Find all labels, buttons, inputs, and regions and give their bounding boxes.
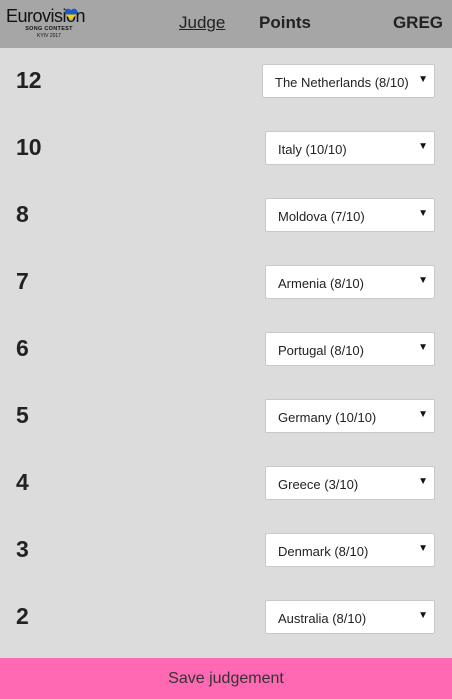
country-select[interactable]: Greece (3/10) ▼ [265,466,435,500]
eurovision-logo[interactable]: Eurovision SONG CONTEST KYIV 2017 [6,6,96,44]
country-select[interactable]: Australia (8/10) ▼ [265,600,435,634]
nav-points-title: Points [259,13,311,32]
country-select[interactable]: Denmark (8/10) ▼ [265,533,435,567]
heart-flag-icon [64,8,78,20]
country-select[interactable]: Italy (10/10) ▼ [265,131,435,165]
chevron-down-icon: ▼ [418,476,428,487]
country-select[interactable]: Germany (10/10) ▼ [265,399,435,433]
logo-location: KYIV 2017 [37,33,61,39]
points-value: 8 [16,201,29,227]
points-row: 8 Moldova (7/10) ▼ [0,198,452,234]
points-value: 2 [16,603,29,629]
user-name[interactable]: GREG [393,13,443,33]
chevron-down-icon: ▼ [418,74,428,85]
points-row: 10 Italy (10/10) ▼ [0,131,452,167]
points-row: 6 Portugal (8/10) ▼ [0,332,452,368]
country-select-value: Portugal (8/10) [278,343,364,358]
country-select[interactable]: Moldova (7/10) ▼ [265,198,435,232]
points-value: 12 [16,67,42,93]
chevron-down-icon: ▼ [418,342,428,353]
points-row: 2 Australia (8/10) ▼ [0,600,452,636]
logo-subtitle: SONG CONTEST [25,26,73,32]
points-row: 4 Greece (3/10) ▼ [0,466,452,502]
points-row: 7 Armenia (8/10) ▼ [0,265,452,301]
points-value: 6 [16,335,29,361]
points-row: 3 Denmark (8/10) ▼ [0,533,452,569]
chevron-down-icon: ▼ [418,543,428,554]
country-select-value: Australia (8/10) [278,611,367,626]
country-select-value: Germany (10/10) [278,410,377,425]
top-bar: Eurovision SONG CONTEST KYIV 2017 Judge … [0,0,452,48]
save-judgement-button[interactable]: Save judgement [0,658,452,699]
points-value: 3 [16,536,29,562]
country-select-value: Denmark (8/10) [278,544,369,559]
chevron-down-icon: ▼ [418,610,428,621]
country-select-value: Greece (3/10) [278,477,359,492]
points-value: 10 [16,134,42,160]
country-select[interactable]: Portugal (8/10) ▼ [265,332,435,366]
country-select-value: Moldova (7/10) [278,209,365,224]
points-value: 4 [16,469,29,495]
chevron-down-icon: ▼ [418,409,428,420]
chevron-down-icon: ▼ [418,208,428,219]
country-select-value: The Netherlands (8/10) [275,75,409,90]
points-row: 5 Germany (10/10) ▼ [0,399,452,435]
country-select-value: Italy (10/10) [278,142,347,157]
country-select-value: Armenia (8/10) [278,276,364,291]
points-value: 7 [16,268,29,294]
points-value: 5 [16,402,29,428]
points-row: 12 The Netherlands (8/10) ▼ [0,64,452,100]
country-select[interactable]: The Netherlands (8/10) ▼ [262,64,435,98]
country-select[interactable]: Armenia (8/10) ▼ [265,265,435,299]
nav-judge-link[interactable]: Judge [179,13,225,33]
chevron-down-icon: ▼ [418,275,428,286]
chevron-down-icon: ▼ [418,141,428,152]
